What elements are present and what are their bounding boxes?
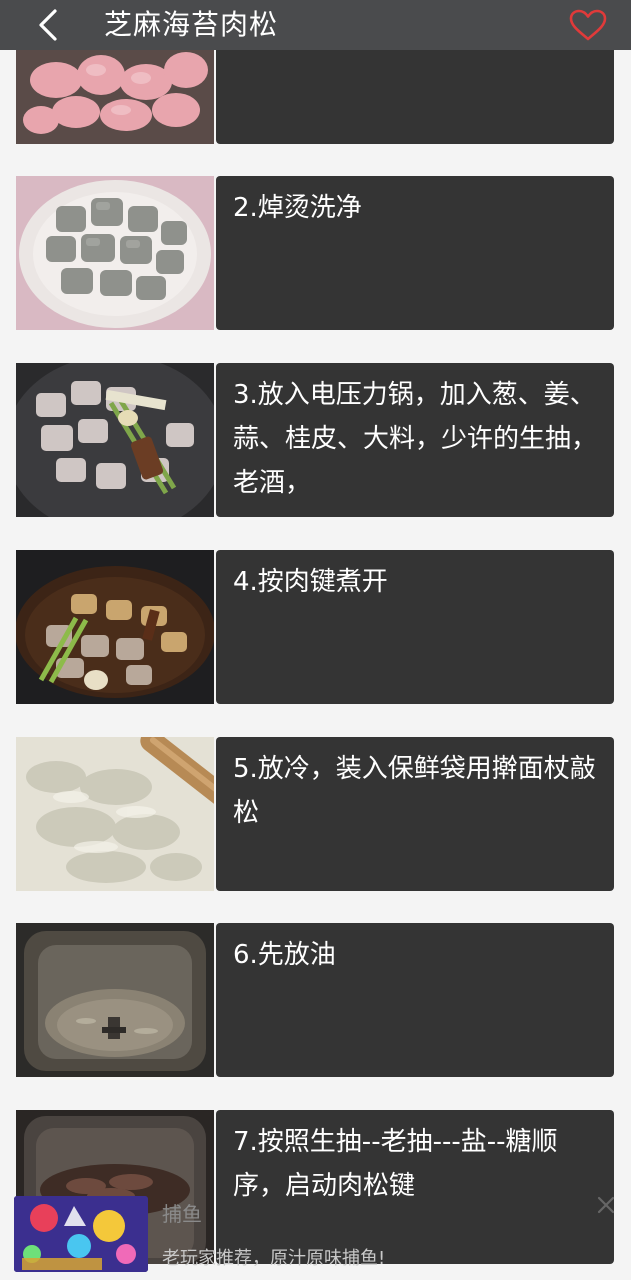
heart-outline-icon xyxy=(569,9,607,41)
step-description: 5.放冷，装入保鲜袋用擀面杖敲松 xyxy=(216,737,614,891)
ad-banner[interactable]: 捕鱼 老玩家推荐，原汁原味捕鱼! xyxy=(0,1188,631,1280)
favorite-button[interactable] xyxy=(565,5,611,45)
step-item: 6.先放油 xyxy=(16,923,614,1077)
chevron-left-icon xyxy=(39,9,57,41)
step-image xyxy=(16,176,214,330)
ad-title: 捕鱼 xyxy=(162,1202,202,1226)
top-app-bar: 芝麻海苔肉松 xyxy=(0,0,631,50)
step-image xyxy=(16,363,214,517)
step-item: 4.按肉键煮开 xyxy=(16,550,614,704)
step-image xyxy=(16,737,214,891)
recipe-steps-list[interactable]: 2.焯烫洗净 3.放入电压力锅，加入葱、姜、蒜、桂皮、大料，少许的生抽，老酒， … xyxy=(0,50,631,1280)
step-image xyxy=(16,923,214,1077)
back-button[interactable] xyxy=(24,4,72,46)
ad-description: 老玩家推荐，原汁原味捕鱼! xyxy=(162,1248,386,1269)
ad-thumbnail[interactable] xyxy=(14,1196,148,1272)
step-item: 5.放冷，装入保鲜袋用擀面杖敲松 xyxy=(16,737,614,891)
step-description: 2.焯烫洗净 xyxy=(216,176,614,330)
step-description: 6.先放油 xyxy=(216,923,614,1077)
step-item xyxy=(16,50,614,144)
step-item: 3.放入电压力锅，加入葱、姜、蒜、桂皮、大料，少许的生抽，老酒， xyxy=(16,363,614,517)
step-image xyxy=(16,550,214,704)
step-item: 2.焯烫洗净 xyxy=(16,176,614,330)
step-image xyxy=(16,50,214,144)
ad-close-button[interactable] xyxy=(593,1192,619,1218)
close-icon xyxy=(597,1196,615,1214)
step-description: 3.放入电压力锅，加入葱、姜、蒜、桂皮、大料，少许的生抽，老酒， xyxy=(216,363,614,517)
step-description xyxy=(216,50,614,144)
step-description: 4.按肉键煮开 xyxy=(216,550,614,704)
page-title: 芝麻海苔肉松 xyxy=(104,8,279,41)
